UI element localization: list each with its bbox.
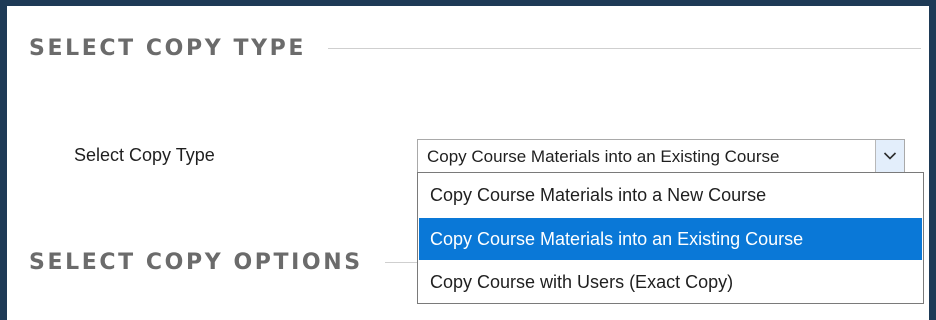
dropdown-option-new-course[interactable]: Copy Course Materials into a New Course	[419, 174, 922, 216]
section-divider	[327, 48, 921, 49]
copy-type-dropdown-list: Copy Course Materials into a New Course …	[417, 172, 924, 304]
dropdown-option-existing-course[interactable]: Copy Course Materials into an Existing C…	[419, 218, 922, 260]
dropdown-arrow-button[interactable]	[875, 140, 904, 172]
page-frame: SELECT COPY TYPE Select Copy Type Copy C…	[0, 0, 936, 320]
section-header-select-copy-type: SELECT COPY TYPE	[29, 36, 921, 61]
section-title: SELECT COPY TYPE	[29, 36, 306, 61]
copy-type-select[interactable]: Copy Course Materials into an Existing C…	[417, 139, 905, 173]
copy-type-select-value: Copy Course Materials into an Existing C…	[427, 147, 780, 166]
copy-type-label: Select Copy Type	[74, 145, 215, 165]
chevron-down-icon	[883, 152, 897, 160]
dropdown-option-exact-copy[interactable]: Copy Course with Users (Exact Copy)	[419, 261, 922, 303]
section-title: SELECT COPY OPTIONS	[29, 250, 363, 275]
